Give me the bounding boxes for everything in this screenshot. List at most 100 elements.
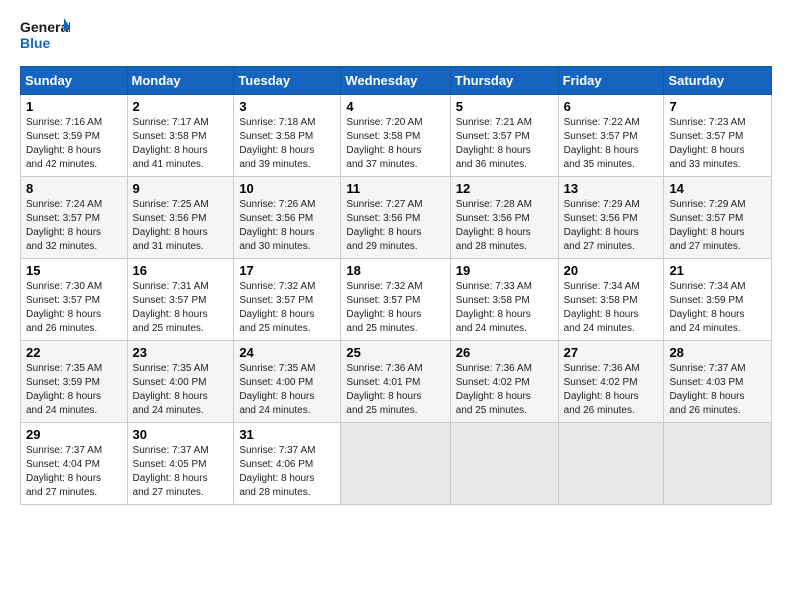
- day-number: 30: [133, 427, 229, 442]
- logo: General Blue: [20, 16, 70, 58]
- day-info: Sunrise: 7:32 AM Sunset: 3:57 PM Dayligh…: [239, 280, 335, 336]
- calendar-row: 15 Sunrise: 7:30 AM Sunset: 3:57 PM Dayli…: [21, 259, 772, 341]
- day-info: Sunrise: 7:21 AM Sunset: 3:57 PM Dayligh…: [456, 116, 553, 172]
- day-info: Sunrise: 7:22 AM Sunset: 3:57 PM Dayligh…: [564, 116, 659, 172]
- day-number: 23: [133, 345, 229, 360]
- day-info: Sunrise: 7:35 AM Sunset: 4:00 PM Dayligh…: [239, 362, 335, 418]
- day-number: 15: [26, 263, 122, 278]
- svg-text:General: General: [20, 19, 70, 35]
- calendar-cell: 3Sunrise: 7:18 AM Sunset: 3:58 PM Daylig…: [234, 95, 341, 177]
- calendar-cell: 25 Sunrise: 7:36 AM Sunset: 4:01 PM Dayli…: [341, 341, 450, 423]
- day-number: 13: [564, 181, 659, 196]
- day-info: Sunrise: 7:30 AM Sunset: 3:57 PM Dayligh…: [26, 280, 122, 336]
- day-info: Sunrise: 7:34 AM Sunset: 3:59 PM Dayligh…: [669, 280, 766, 336]
- day-number: 3: [239, 99, 335, 114]
- calendar-cell: 5Sunrise: 7:21 AM Sunset: 3:57 PM Daylig…: [450, 95, 558, 177]
- header-row: SundayMondayTuesdayWednesdayThursdayFrid…: [21, 67, 772, 95]
- calendar-cell: 8 Sunrise: 7:24 AM Sunset: 3:57 PM Daylig…: [21, 177, 128, 259]
- calendar-cell: 26 Sunrise: 7:36 AM Sunset: 4:02 PM Dayli…: [450, 341, 558, 423]
- calendar-cell: 4Sunrise: 7:20 AM Sunset: 3:58 PM Daylig…: [341, 95, 450, 177]
- calendar-cell: 18 Sunrise: 7:32 AM Sunset: 3:57 PM Dayli…: [341, 259, 450, 341]
- day-number: 20: [564, 263, 659, 278]
- day-info: Sunrise: 7:35 AM Sunset: 4:00 PM Dayligh…: [133, 362, 229, 418]
- day-info: Sunrise: 7:29 AM Sunset: 3:57 PM Dayligh…: [669, 198, 766, 254]
- calendar-table: SundayMondayTuesdayWednesdayThursdayFrid…: [20, 66, 772, 505]
- day-number: 1: [26, 99, 122, 114]
- calendar-cell: 27 Sunrise: 7:36 AM Sunset: 4:02 PM Dayli…: [558, 341, 664, 423]
- day-info: Sunrise: 7:28 AM Sunset: 3:56 PM Dayligh…: [456, 198, 553, 254]
- calendar-cell: 9 Sunrise: 7:25 AM Sunset: 3:56 PM Daylig…: [127, 177, 234, 259]
- header-monday: Monday: [127, 67, 234, 95]
- header-sunday: Sunday: [21, 67, 128, 95]
- day-number: 19: [456, 263, 553, 278]
- day-info: Sunrise: 7:33 AM Sunset: 3:58 PM Dayligh…: [456, 280, 553, 336]
- day-info: Sunrise: 7:25 AM Sunset: 3:56 PM Dayligh…: [133, 198, 229, 254]
- calendar-cell: 29Sunrise: 7:37 AM Sunset: 4:04 PM Dayli…: [21, 423, 128, 505]
- day-number: 17: [239, 263, 335, 278]
- day-number: 14: [669, 181, 766, 196]
- calendar-row: 29Sunrise: 7:37 AM Sunset: 4:04 PM Dayli…: [21, 423, 772, 505]
- calendar-row: 1Sunrise: 7:16 AM Sunset: 3:59 PM Daylig…: [21, 95, 772, 177]
- day-number: 2: [133, 99, 229, 114]
- calendar-cell: 31Sunrise: 7:37 AM Sunset: 4:06 PM Dayli…: [234, 423, 341, 505]
- header-tuesday: Tuesday: [234, 67, 341, 95]
- calendar-cell: 22 Sunrise: 7:35 AM Sunset: 3:59 PM Dayli…: [21, 341, 128, 423]
- calendar-cell: 6 Sunrise: 7:22 AM Sunset: 3:57 PM Daylig…: [558, 95, 664, 177]
- day-info: Sunrise: 7:36 AM Sunset: 4:02 PM Dayligh…: [456, 362, 553, 418]
- header: General Blue: [20, 16, 772, 58]
- day-info: Sunrise: 7:24 AM Sunset: 3:57 PM Dayligh…: [26, 198, 122, 254]
- calendar-cell: 20 Sunrise: 7:34 AM Sunset: 3:58 PM Dayli…: [558, 259, 664, 341]
- day-info: Sunrise: 7:23 AM Sunset: 3:57 PM Dayligh…: [669, 116, 766, 172]
- day-number: 7: [669, 99, 766, 114]
- day-number: 11: [346, 181, 444, 196]
- day-info: Sunrise: 7:37 AM Sunset: 4:04 PM Dayligh…: [26, 444, 122, 500]
- day-number: 27: [564, 345, 659, 360]
- day-number: 6: [564, 99, 659, 114]
- calendar-cell: 2 Sunrise: 7:17 AM Sunset: 3:58 PM Daylig…: [127, 95, 234, 177]
- day-number: 12: [456, 181, 553, 196]
- logo-svg: General Blue: [20, 16, 70, 58]
- calendar-cell: 15 Sunrise: 7:30 AM Sunset: 3:57 PM Dayli…: [21, 259, 128, 341]
- day-number: 8: [26, 181, 122, 196]
- day-info: Sunrise: 7:37 AM Sunset: 4:03 PM Dayligh…: [669, 362, 766, 418]
- calendar-cell: 12 Sunrise: 7:28 AM Sunset: 3:56 PM Dayli…: [450, 177, 558, 259]
- day-info: Sunrise: 7:17 AM Sunset: 3:58 PM Dayligh…: [133, 116, 229, 172]
- day-info: Sunrise: 7:32 AM Sunset: 3:57 PM Dayligh…: [346, 280, 444, 336]
- calendar-cell: 19 Sunrise: 7:33 AM Sunset: 3:58 PM Dayli…: [450, 259, 558, 341]
- day-number: 21: [669, 263, 766, 278]
- day-number: 9: [133, 181, 229, 196]
- calendar-cell: 24 Sunrise: 7:35 AM Sunset: 4:00 PM Dayli…: [234, 341, 341, 423]
- calendar-header: SundayMondayTuesdayWednesdayThursdayFrid…: [21, 67, 772, 95]
- day-info: Sunrise: 7:31 AM Sunset: 3:57 PM Dayligh…: [133, 280, 229, 336]
- day-info: Sunrise: 7:37 AM Sunset: 4:06 PM Dayligh…: [239, 444, 335, 500]
- day-info: Sunrise: 7:34 AM Sunset: 3:58 PM Dayligh…: [564, 280, 659, 336]
- calendar-cell: 16 Sunrise: 7:31 AM Sunset: 3:57 PM Dayli…: [127, 259, 234, 341]
- day-info: Sunrise: 7:37 AM Sunset: 4:05 PM Dayligh…: [133, 444, 229, 500]
- day-info: Sunrise: 7:35 AM Sunset: 3:59 PM Dayligh…: [26, 362, 122, 418]
- day-info: Sunrise: 7:36 AM Sunset: 4:01 PM Dayligh…: [346, 362, 444, 418]
- calendar-cell: 1Sunrise: 7:16 AM Sunset: 3:59 PM Daylig…: [21, 95, 128, 177]
- calendar-cell: [341, 423, 450, 505]
- calendar-cell: [558, 423, 664, 505]
- day-info: Sunrise: 7:27 AM Sunset: 3:56 PM Dayligh…: [346, 198, 444, 254]
- header-friday: Friday: [558, 67, 664, 95]
- day-info: Sunrise: 7:26 AM Sunset: 3:56 PM Dayligh…: [239, 198, 335, 254]
- header-saturday: Saturday: [664, 67, 772, 95]
- day-number: 22: [26, 345, 122, 360]
- day-number: 18: [346, 263, 444, 278]
- day-number: 25: [346, 345, 444, 360]
- svg-text:Blue: Blue: [20, 35, 51, 51]
- day-number: 26: [456, 345, 553, 360]
- day-info: Sunrise: 7:36 AM Sunset: 4:02 PM Dayligh…: [564, 362, 659, 418]
- page: General Blue SundayMondayTuesdayWednesda…: [0, 0, 792, 612]
- calendar-cell: 13Sunrise: 7:29 AM Sunset: 3:56 PM Dayli…: [558, 177, 664, 259]
- calendar-cell: [664, 423, 772, 505]
- calendar-cell: 14 Sunrise: 7:29 AM Sunset: 3:57 PM Dayli…: [664, 177, 772, 259]
- calendar-body: 1Sunrise: 7:16 AM Sunset: 3:59 PM Daylig…: [21, 95, 772, 505]
- header-thursday: Thursday: [450, 67, 558, 95]
- day-number: 10: [239, 181, 335, 196]
- day-info: Sunrise: 7:20 AM Sunset: 3:58 PM Dayligh…: [346, 116, 444, 172]
- day-number: 16: [133, 263, 229, 278]
- header-wednesday: Wednesday: [341, 67, 450, 95]
- day-number: 24: [239, 345, 335, 360]
